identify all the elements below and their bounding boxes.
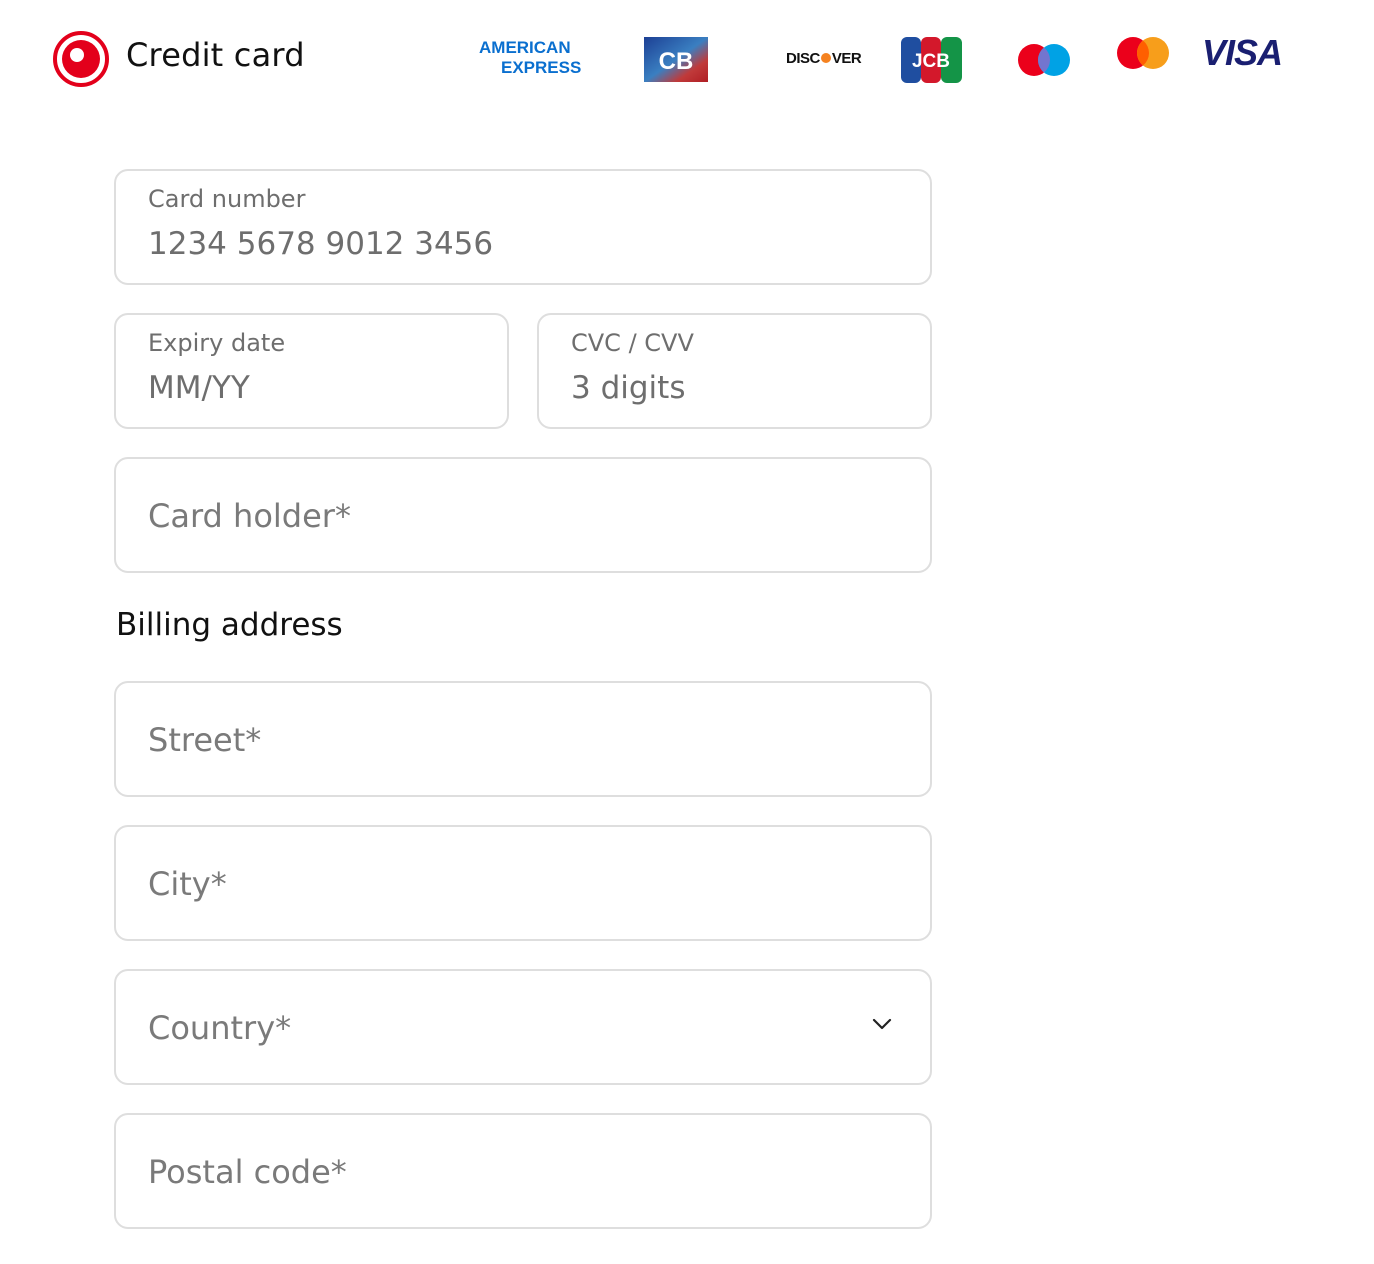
jcb-logo-text: JCB [912,51,950,72]
credit-card-radio[interactable] [53,31,109,87]
postal-code-field[interactable]: Postal code* [114,1113,932,1229]
cb-logo: CB [644,37,708,82]
discover-logo-text-a: DISC [786,50,820,67]
cvc-field[interactable]: CVC / CVV 3 digits [537,313,932,429]
card-number-label: Card number [148,185,306,213]
street-field[interactable]: Street* [114,681,932,797]
card-holder-placeholder: Card holder* [148,497,351,535]
payment-method-title: Credit card [126,36,305,74]
city-placeholder: City* [148,865,227,903]
cvc-label: CVC / CVV [571,329,694,357]
card-number-placeholder: 1234 5678 9012 3456 [148,226,494,262]
expiry-date-label: Expiry date [148,329,286,357]
card-holder-field[interactable]: Card holder* [114,457,932,573]
expiry-date-field[interactable]: Expiry date MM/YY [114,313,509,429]
street-placeholder: Street* [148,721,262,759]
cvc-placeholder: 3 digits [571,370,686,406]
jcb-logo: JCB [901,37,962,83]
discover-logo: DISC VER [786,50,862,67]
cb-logo-text: CB [659,48,694,75]
payment-method-header: Credit card AMERICAN EXPRESS CB DISC VER [0,0,1374,120]
country-select[interactable]: Country* [114,969,932,1085]
country-placeholder: Country* [148,1009,292,1047]
amex-logo-line1: AMERICAN [479,38,571,57]
discover-logo-text-b: VER [831,50,862,67]
postal-code-placeholder: Postal code* [148,1153,347,1191]
radio-dot [70,48,84,62]
card-number-field[interactable]: Card number 1234 5678 9012 3456 [114,169,932,285]
billing-address-heading: Billing address [116,607,343,643]
expiry-date-placeholder: MM/YY [148,370,250,406]
mastercard-logo [1114,33,1172,73]
amex-logo: AMERICAN EXPRESS [479,38,591,78]
city-field[interactable]: City* [114,825,932,941]
chevron-down-icon [872,1018,892,1030]
visa-logo: VISA [1202,32,1283,73]
discover-logo-dot [820,53,831,63]
maestro-logo [1016,40,1072,80]
amex-logo-line2: EXPRESS [501,58,582,77]
